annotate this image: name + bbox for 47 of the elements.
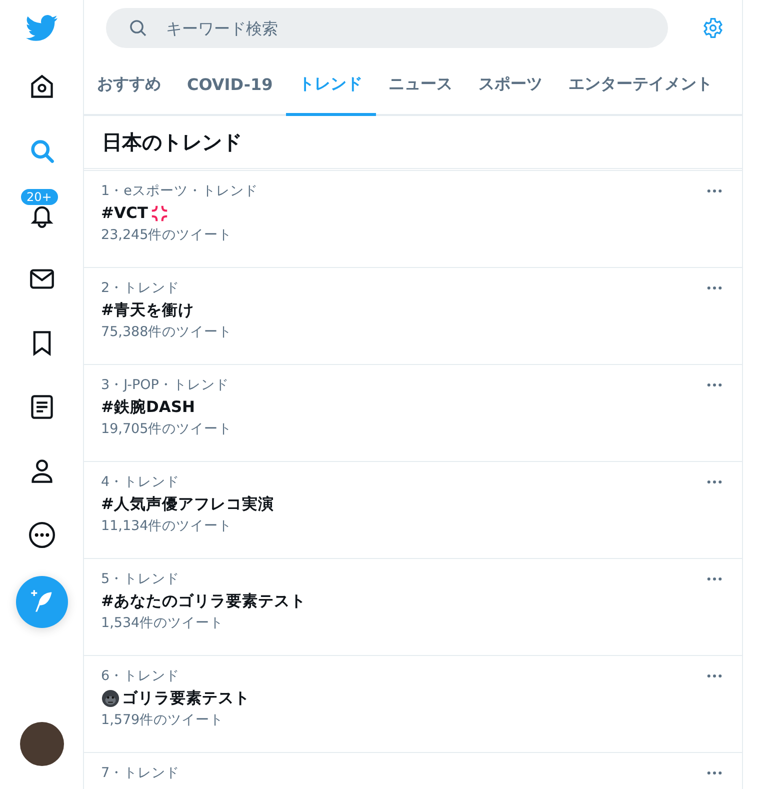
notification-badge: 20+ — [20, 188, 59, 206]
trend-title[interactable]: #人気声優アフレコ実演 — [101, 492, 274, 516]
search-icon — [128, 18, 148, 38]
tweet-count: 75,388件のツイート — [101, 323, 232, 342]
trend-title[interactable]: #青天を衝け — [101, 298, 194, 322]
more-options-icon[interactable] — [707, 674, 722, 678]
feather-plus-icon — [28, 589, 54, 615]
more-options-icon[interactable] — [707, 189, 722, 193]
home-icon[interactable] — [28, 74, 54, 100]
trend-meta: 6・トレンド — [101, 667, 181, 686]
trend-meta: 5・トレンド — [101, 570, 181, 589]
trend-title[interactable]: #鉄腕DASH — [101, 395, 195, 419]
tab[interactable]: スポーツ — [466, 56, 556, 116]
anger-icon — [150, 204, 169, 222]
trend-meta: 1・eスポーツ・トレンド — [101, 182, 258, 201]
profile-icon[interactable] — [28, 458, 54, 484]
trend-meta: 3・J-POP・トレンド — [101, 376, 230, 395]
more-options-icon[interactable] — [707, 771, 722, 775]
tweet-count: 1,534件のツイート — [101, 614, 225, 633]
avatar-photo-placeholder[interactable] — [20, 722, 64, 766]
tab[interactable]: ニュース — [376, 56, 466, 116]
gorilla-icon — [101, 688, 120, 708]
more-options-icon[interactable] — [707, 383, 722, 387]
trend-title[interactable]: #VCT — [101, 201, 148, 225]
section-title: 日本のトレンド — [84, 116, 742, 171]
settings-icon[interactable] — [702, 17, 724, 39]
trend-meta: 2・トレンド — [101, 279, 181, 298]
search-icon[interactable] — [28, 138, 54, 164]
more-icon[interactable] — [28, 522, 54, 548]
trend-title[interactable]: ゴリラ要素テスト — [122, 686, 250, 710]
trend-title[interactable]: #あなたのゴリラ要素テスト — [101, 589, 306, 613]
tab[interactable]: おすすめ — [84, 56, 174, 116]
tab[interactable]: COVID-19 — [174, 56, 286, 116]
bird-logo-icon[interactable] — [26, 12, 58, 44]
list-icon[interactable] — [28, 394, 54, 420]
trend-meta: 7・トレンド — [101, 764, 180, 783]
more-options-icon[interactable] — [707, 480, 722, 484]
tweet-count: 1,579件のツイート — [101, 711, 225, 730]
trend-meta: 4・トレンド — [101, 473, 181, 492]
more-options-icon[interactable] — [707, 286, 722, 290]
more-options-icon[interactable] — [707, 577, 722, 581]
search-field[interactable]: キーワード検索 — [106, 8, 668, 48]
tweet-count: 11,134件のツイート — [101, 517, 234, 536]
tab[interactable]: エンターテイメント — [556, 56, 726, 116]
tweet-count: 23,245件のツイート — [101, 226, 234, 245]
tweet-count: 19,705件のツイート — [101, 420, 232, 439]
compose-button[interactable] — [16, 576, 68, 628]
